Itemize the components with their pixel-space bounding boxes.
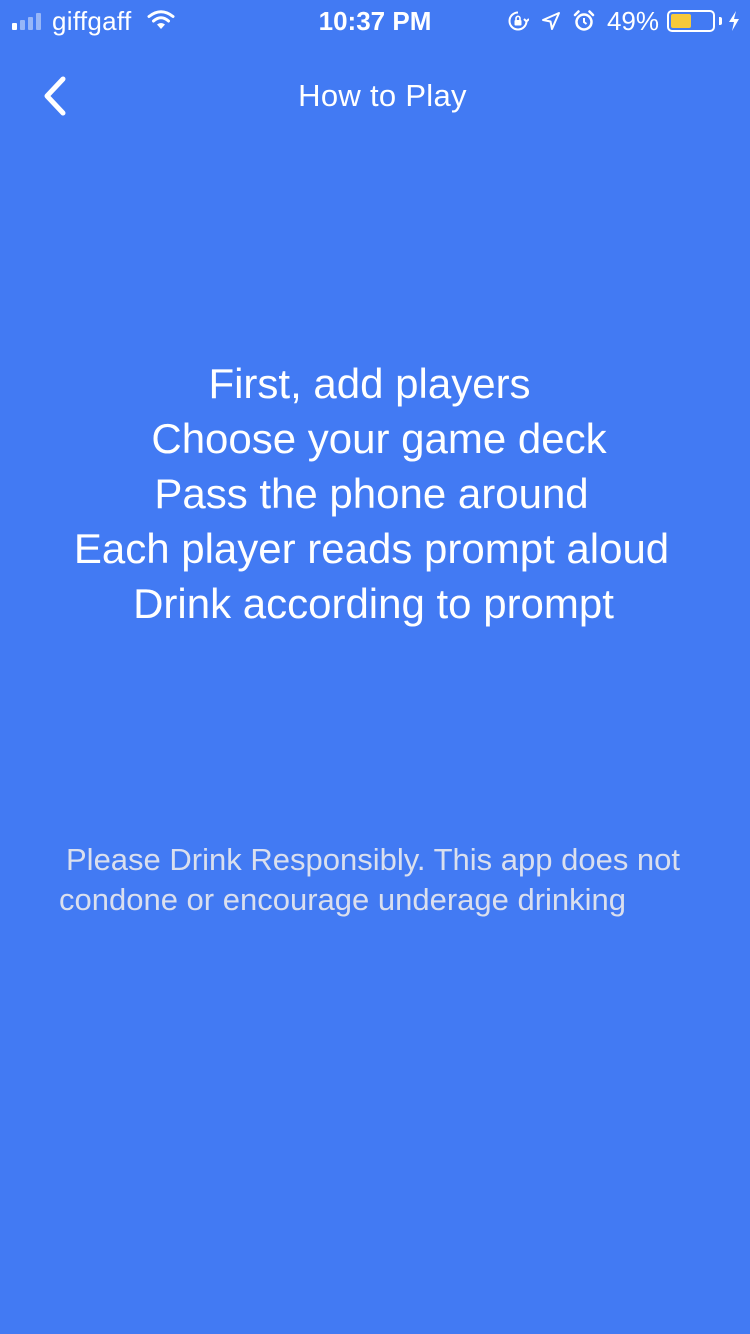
location-icon	[541, 12, 560, 30]
navigation-bar: How to Play	[0, 40, 750, 152]
battery-level-fill	[671, 14, 691, 28]
orientation-lock-icon	[508, 11, 529, 31]
how-to-play-screen: giffgaff 10:37 PM 49% How to Play First,…	[0, 0, 750, 1334]
status-bar: giffgaff 10:37 PM 49%	[0, 0, 750, 40]
battery-icon	[667, 10, 715, 32]
charging-icon	[729, 11, 739, 31]
instruction-step-1: First, add players	[208, 360, 531, 407]
responsible-drinking-disclaimer: Please Drink Responsibly. This app does …	[59, 842, 681, 917]
instruction-step-5: Drink according to prompt	[133, 580, 614, 627]
status-right-group: 49%	[507, 5, 740, 36]
instruction-step-2: Choose your game deck	[151, 415, 607, 462]
page-title: How to Play	[298, 78, 467, 113]
instruction-step-3: Pass the phone around	[154, 470, 589, 517]
battery-nub	[719, 17, 722, 25]
battery-percent: 49%	[606, 5, 659, 36]
instruction-step-4: Each player reads prompt aloud	[73, 525, 670, 572]
alarm-icon	[573, 10, 595, 31]
instructions-list: First, add players Choose your game deck…	[0, 356, 750, 631]
